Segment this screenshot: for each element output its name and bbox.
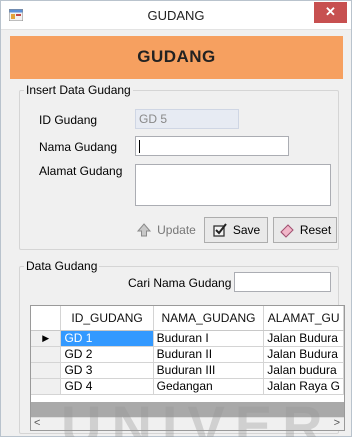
- save-button[interactable]: Save: [204, 217, 268, 243]
- id-gudang-field: GD 5: [135, 109, 239, 129]
- text-caret: [139, 140, 140, 154]
- cell-nama[interactable]: Buduran I: [153, 330, 265, 347]
- save-check-icon: [213, 223, 227, 237]
- close-icon: ✕: [325, 4, 336, 19]
- insert-group-legend: Insert Data Gudang: [24, 83, 133, 97]
- reset-button[interactable]: Reset: [273, 217, 337, 243]
- nama-gudang-input[interactable]: [135, 136, 289, 156]
- column-header-nama[interactable]: NAMA_GUDANG: [153, 306, 265, 331]
- gudang-window: GUDANG ✕ GUDANG Insert Data Gudang ID Gu…: [0, 0, 352, 437]
- row-selector[interactable]: [31, 346, 62, 363]
- gudang-table: ID_GUDANG NAMA_GUDANG ALAMAT_GU ▶ GD 1 B…: [31, 306, 344, 395]
- reset-button-label: Reset: [299, 223, 332, 237]
- row-selector[interactable]: [31, 378, 62, 395]
- alamat-gudang-label: Alamat Gudang: [39, 164, 123, 178]
- data-group-legend: Data Gudang: [24, 259, 100, 273]
- search-label: Cari Nama Gudang :: [128, 276, 239, 290]
- window-title: GUDANG: [147, 8, 205, 23]
- table-row[interactable]: GD 4 Gedangan Jalan Raya G: [31, 378, 344, 395]
- nama-gudang-label: Nama Gudang: [39, 140, 118, 154]
- cell-id[interactable]: GD 3: [60, 362, 154, 379]
- table-row[interactable]: GD 3 Buduran III Jalan budura: [31, 362, 344, 379]
- row-selector[interactable]: [31, 362, 62, 379]
- cell-id[interactable]: GD 4: [60, 378, 154, 395]
- cell-nama[interactable]: Buduran III: [153, 362, 265, 379]
- update-arrow-icon: [137, 223, 152, 237]
- cell-alamat[interactable]: Jalan Budura: [263, 346, 344, 363]
- search-nama-gudang-input[interactable]: [234, 272, 331, 292]
- cell-alamat[interactable]: Jalan Budura: [263, 330, 344, 347]
- watermark-text: UNIVER: [61, 394, 333, 437]
- scroll-right-icon[interactable]: >: [334, 417, 340, 429]
- id-gudang-value: GD 5: [139, 112, 168, 126]
- cell-id[interactable]: GD 2: [60, 346, 154, 363]
- banner-title: GUDANG: [137, 47, 216, 66]
- cell-nama[interactable]: Gedangan: [153, 378, 265, 395]
- eraser-icon: [280, 224, 294, 238]
- table-row[interactable]: ▶ GD 1 Buduran I Jalan Budura: [31, 330, 344, 347]
- header-banner: GUDANG: [10, 36, 343, 79]
- cell-alamat[interactable]: Jalan budura: [263, 362, 344, 379]
- title-bar[interactable]: GUDANG ✕: [1, 1, 351, 30]
- table-row[interactable]: GD 2 Buduran II Jalan Budura: [31, 346, 344, 363]
- row-header-corner: [31, 306, 62, 331]
- row-selector-icon[interactable]: ▶: [31, 330, 62, 347]
- save-button-label: Save: [232, 223, 261, 237]
- close-button[interactable]: ✕: [314, 2, 347, 23]
- scroll-left-icon[interactable]: <: [34, 417, 40, 429]
- table-header-row: ID_GUDANG NAMA_GUDANG ALAMAT_GU: [31, 306, 344, 331]
- id-gudang-label: ID Gudang: [39, 113, 98, 127]
- alamat-gudang-textarea[interactable]: [135, 164, 331, 206]
- cell-alamat[interactable]: Jalan Raya G: [263, 378, 344, 395]
- update-button[interactable]: Update: [133, 217, 199, 243]
- cell-id[interactable]: GD 1: [60, 330, 154, 347]
- column-header-alamat[interactable]: ALAMAT_GU: [263, 306, 344, 331]
- update-button-label: Update: [157, 223, 196, 237]
- cell-nama[interactable]: Buduran II: [153, 346, 265, 363]
- column-header-id[interactable]: ID_GUDANG: [60, 306, 154, 331]
